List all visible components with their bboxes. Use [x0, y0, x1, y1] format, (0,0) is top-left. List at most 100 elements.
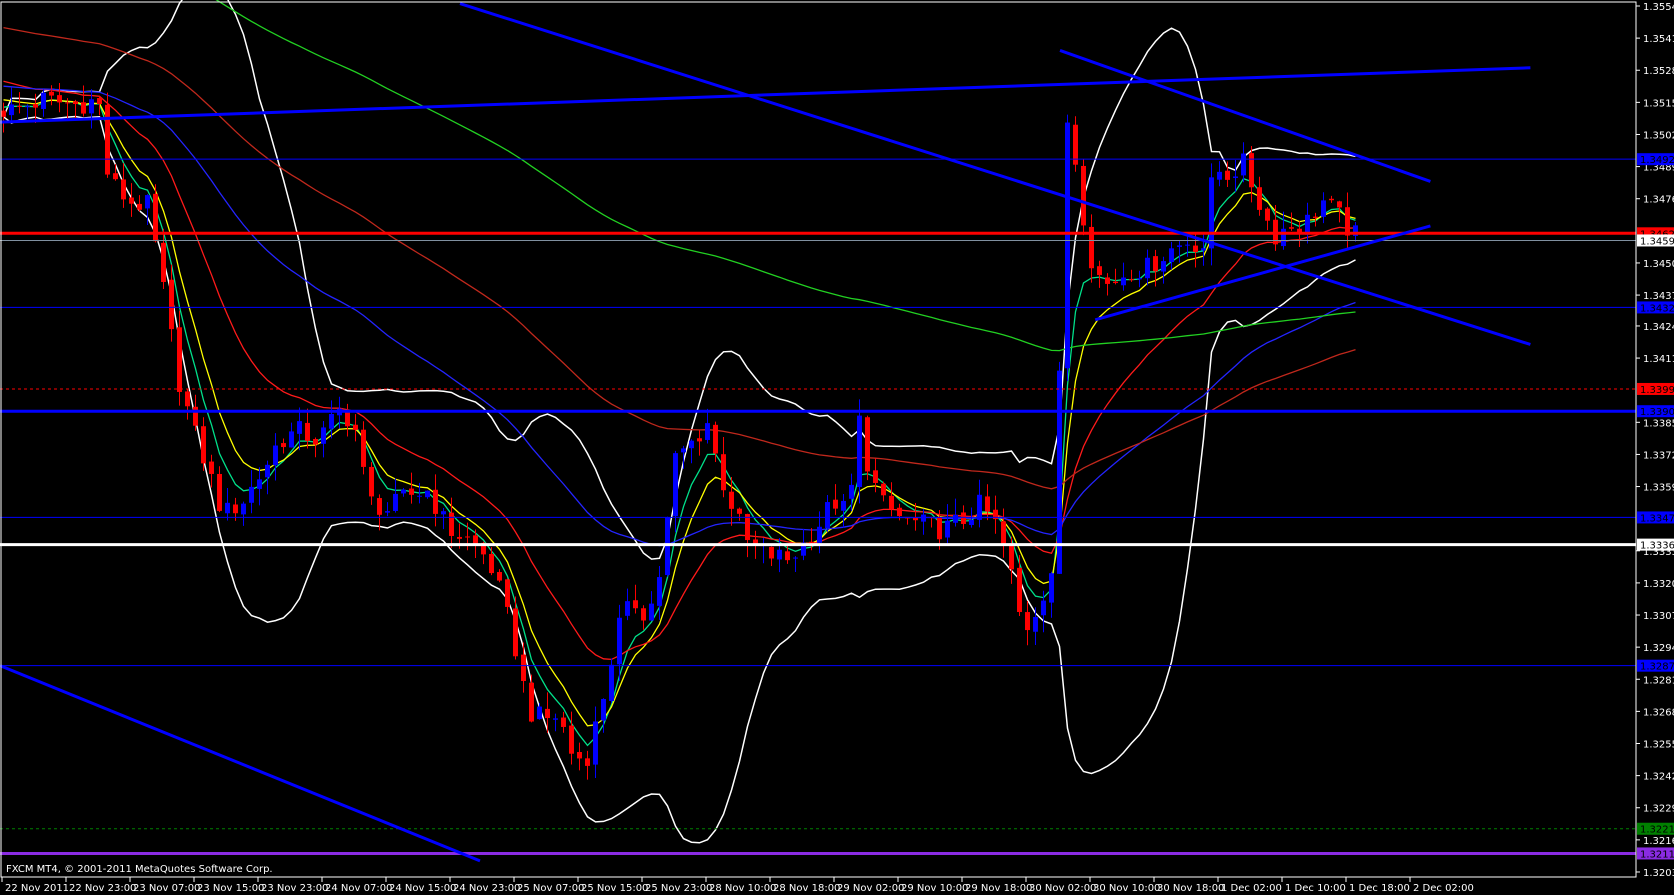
time-tick-label: 29 Nov 18:00 [965, 883, 1032, 894]
time-tick-label: 30 Nov 10:00 [1093, 883, 1160, 894]
price-tick-label: 1.35150 [1643, 98, 1674, 109]
candle-body [697, 438, 702, 442]
candle-body [49, 91, 54, 96]
candle-body [177, 327, 182, 392]
price-tick-label: 1.33075 [1643, 611, 1674, 622]
candle-body [945, 520, 950, 538]
candle-body [345, 410, 350, 427]
candle-body [785, 551, 790, 561]
candle-body [1345, 207, 1350, 236]
candle-body [561, 717, 566, 727]
candle-body [857, 415, 862, 488]
candle-body [1265, 208, 1270, 221]
candle-body [57, 95, 62, 103]
price-level-tag-label: 1.34591 [1640, 236, 1674, 247]
time-tick-label: 23 Nov 07:00 [133, 883, 200, 894]
candle-body [369, 466, 374, 497]
candle-body [321, 427, 326, 444]
candle-body [513, 608, 518, 657]
candle-body [921, 514, 926, 522]
candle-body [161, 242, 166, 283]
candle-body [969, 519, 974, 526]
candle-body [209, 461, 214, 474]
candle-body [849, 484, 854, 499]
candle-body [713, 424, 718, 454]
price-chart[interactable]: 1.355401.354101.352801.351501.350201.348… [0, 0, 1674, 895]
time-tick-label: 24 Nov 23:00 [453, 883, 520, 894]
candle-body [81, 102, 86, 114]
price-tick-label: 1.32295 [1643, 804, 1674, 815]
candle-body [105, 104, 110, 175]
time-tick-label: 2 Dec 02:00 [1413, 883, 1474, 894]
candle-body [41, 92, 46, 109]
candle-body [1209, 177, 1214, 249]
candle-body [545, 708, 550, 719]
candle-body [865, 417, 870, 472]
candle-body [1081, 165, 1086, 226]
price-level-tag-label: 1.34320 [1640, 303, 1674, 314]
candle-body [1153, 256, 1158, 272]
candle-body [705, 423, 710, 440]
candle-body [1025, 612, 1030, 631]
price-tick-label: 1.34760 [1643, 195, 1674, 206]
candle-body [89, 99, 94, 114]
price-tick-label: 1.34115 [1643, 354, 1674, 365]
candle-body [1185, 244, 1190, 246]
price-level-tag-label: 1.32210 [1640, 825, 1674, 836]
candle-body [169, 279, 174, 330]
candle-body [441, 511, 446, 515]
candle-body [529, 682, 534, 722]
time-tick-label: 24 Nov 15:00 [389, 883, 456, 894]
candle-body [1145, 257, 1150, 279]
candle-body [417, 495, 422, 497]
candle-body [641, 608, 646, 621]
candle-body [1129, 279, 1134, 281]
candle-body [1033, 616, 1038, 632]
candle-body [689, 440, 694, 449]
time-tick-label: 22 Nov 2011 [5, 883, 69, 894]
candle-body [249, 486, 254, 503]
candle-body [1169, 248, 1174, 263]
candle-body [1137, 278, 1142, 280]
price-tick-label: 1.35540 [1643, 2, 1674, 13]
candle-body [681, 448, 686, 453]
candle-body [841, 500, 846, 511]
candle-body [985, 496, 990, 512]
candle-body [281, 443, 286, 448]
candle-body [665, 517, 670, 576]
candle-body [881, 483, 886, 496]
time-tick-label: 1 Dec 10:00 [1285, 883, 1346, 894]
price-tick-label: 1.33855 [1643, 418, 1674, 429]
candle-body [609, 664, 614, 701]
candle-body [457, 536, 462, 539]
candle-body [9, 104, 14, 116]
candle-body [825, 502, 830, 528]
candle-body [585, 758, 590, 766]
candle-body [1329, 198, 1334, 201]
candle-body [129, 197, 134, 204]
candle-body [273, 445, 278, 466]
candle-body [673, 453, 678, 517]
candle-body [497, 572, 502, 581]
candle-body [1017, 567, 1022, 613]
candle-body [1257, 187, 1262, 210]
time-tick-label: 29 Nov 10:00 [901, 883, 968, 894]
time-tick-label: 1 Dec 02:00 [1221, 883, 1282, 894]
candle-body [649, 603, 654, 621]
candle-body [409, 488, 414, 495]
candle-body [593, 721, 598, 765]
candle-body [1241, 153, 1246, 176]
candle-body [625, 601, 630, 616]
candle-body [1009, 543, 1014, 570]
candle-body [1217, 171, 1222, 180]
candle-body [521, 654, 526, 682]
candle-body [737, 508, 742, 514]
candle-body [601, 699, 606, 721]
candle-body [817, 526, 822, 543]
candle-body [889, 495, 894, 510]
candle-body [1041, 600, 1046, 616]
candle-body [833, 499, 838, 509]
candle-body [577, 752, 582, 759]
price-tick-label: 1.35410 [1643, 34, 1674, 45]
candle-body [937, 517, 942, 540]
